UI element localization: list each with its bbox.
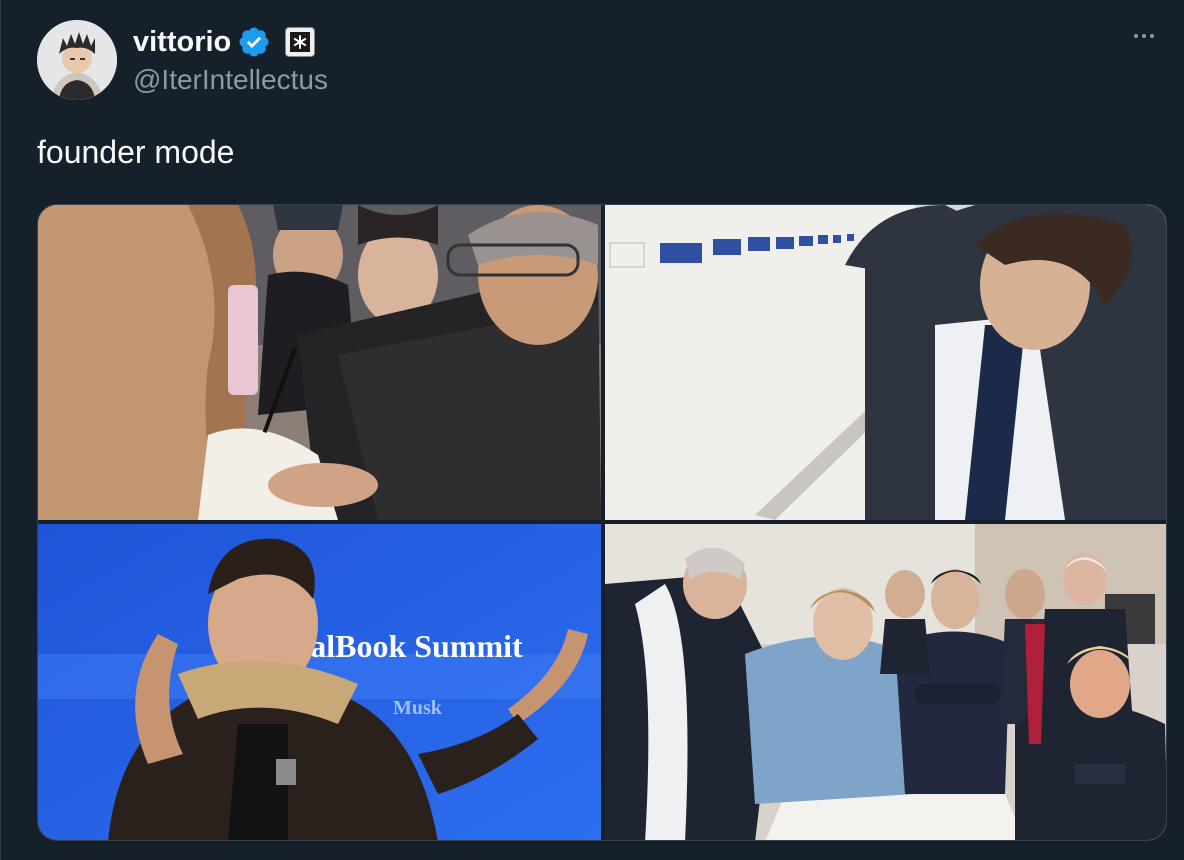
more-horizontal-icon (1134, 34, 1138, 38)
media-grid: ealBook Summit Musk (37, 204, 1167, 841)
user-handle[interactable]: @IterIntellectus (133, 64, 328, 96)
avatar[interactable] (37, 20, 117, 100)
verified-badge-icon[interactable] (237, 25, 271, 59)
media-photo-3[interactable]: ealBook Summit Musk (38, 524, 601, 840)
avatar-image (37, 20, 117, 100)
timeline-divider (0, 0, 1, 860)
asterisk-icon (290, 32, 311, 52)
display-name[interactable]: vittorio (133, 26, 231, 59)
affiliate-badge-icon[interactable] (285, 27, 316, 57)
more-options-button[interactable] (1126, 26, 1162, 46)
photo-summit-image: ealBook Summit Musk (38, 524, 601, 840)
tweet-text: founder mode (37, 134, 235, 170)
author-name-row: vittorio (133, 22, 316, 62)
media-photo-1[interactable] (38, 205, 601, 520)
photo-meeting-image (605, 524, 1166, 840)
media-photo-2[interactable] (605, 205, 1166, 520)
photo-signing-image (38, 205, 601, 520)
banner-text: ealBook Summit (296, 628, 523, 664)
photo-whiteboard-image (605, 205, 1166, 520)
media-photo-4[interactable] (605, 524, 1166, 840)
banner-subtext: Musk (393, 697, 443, 719)
